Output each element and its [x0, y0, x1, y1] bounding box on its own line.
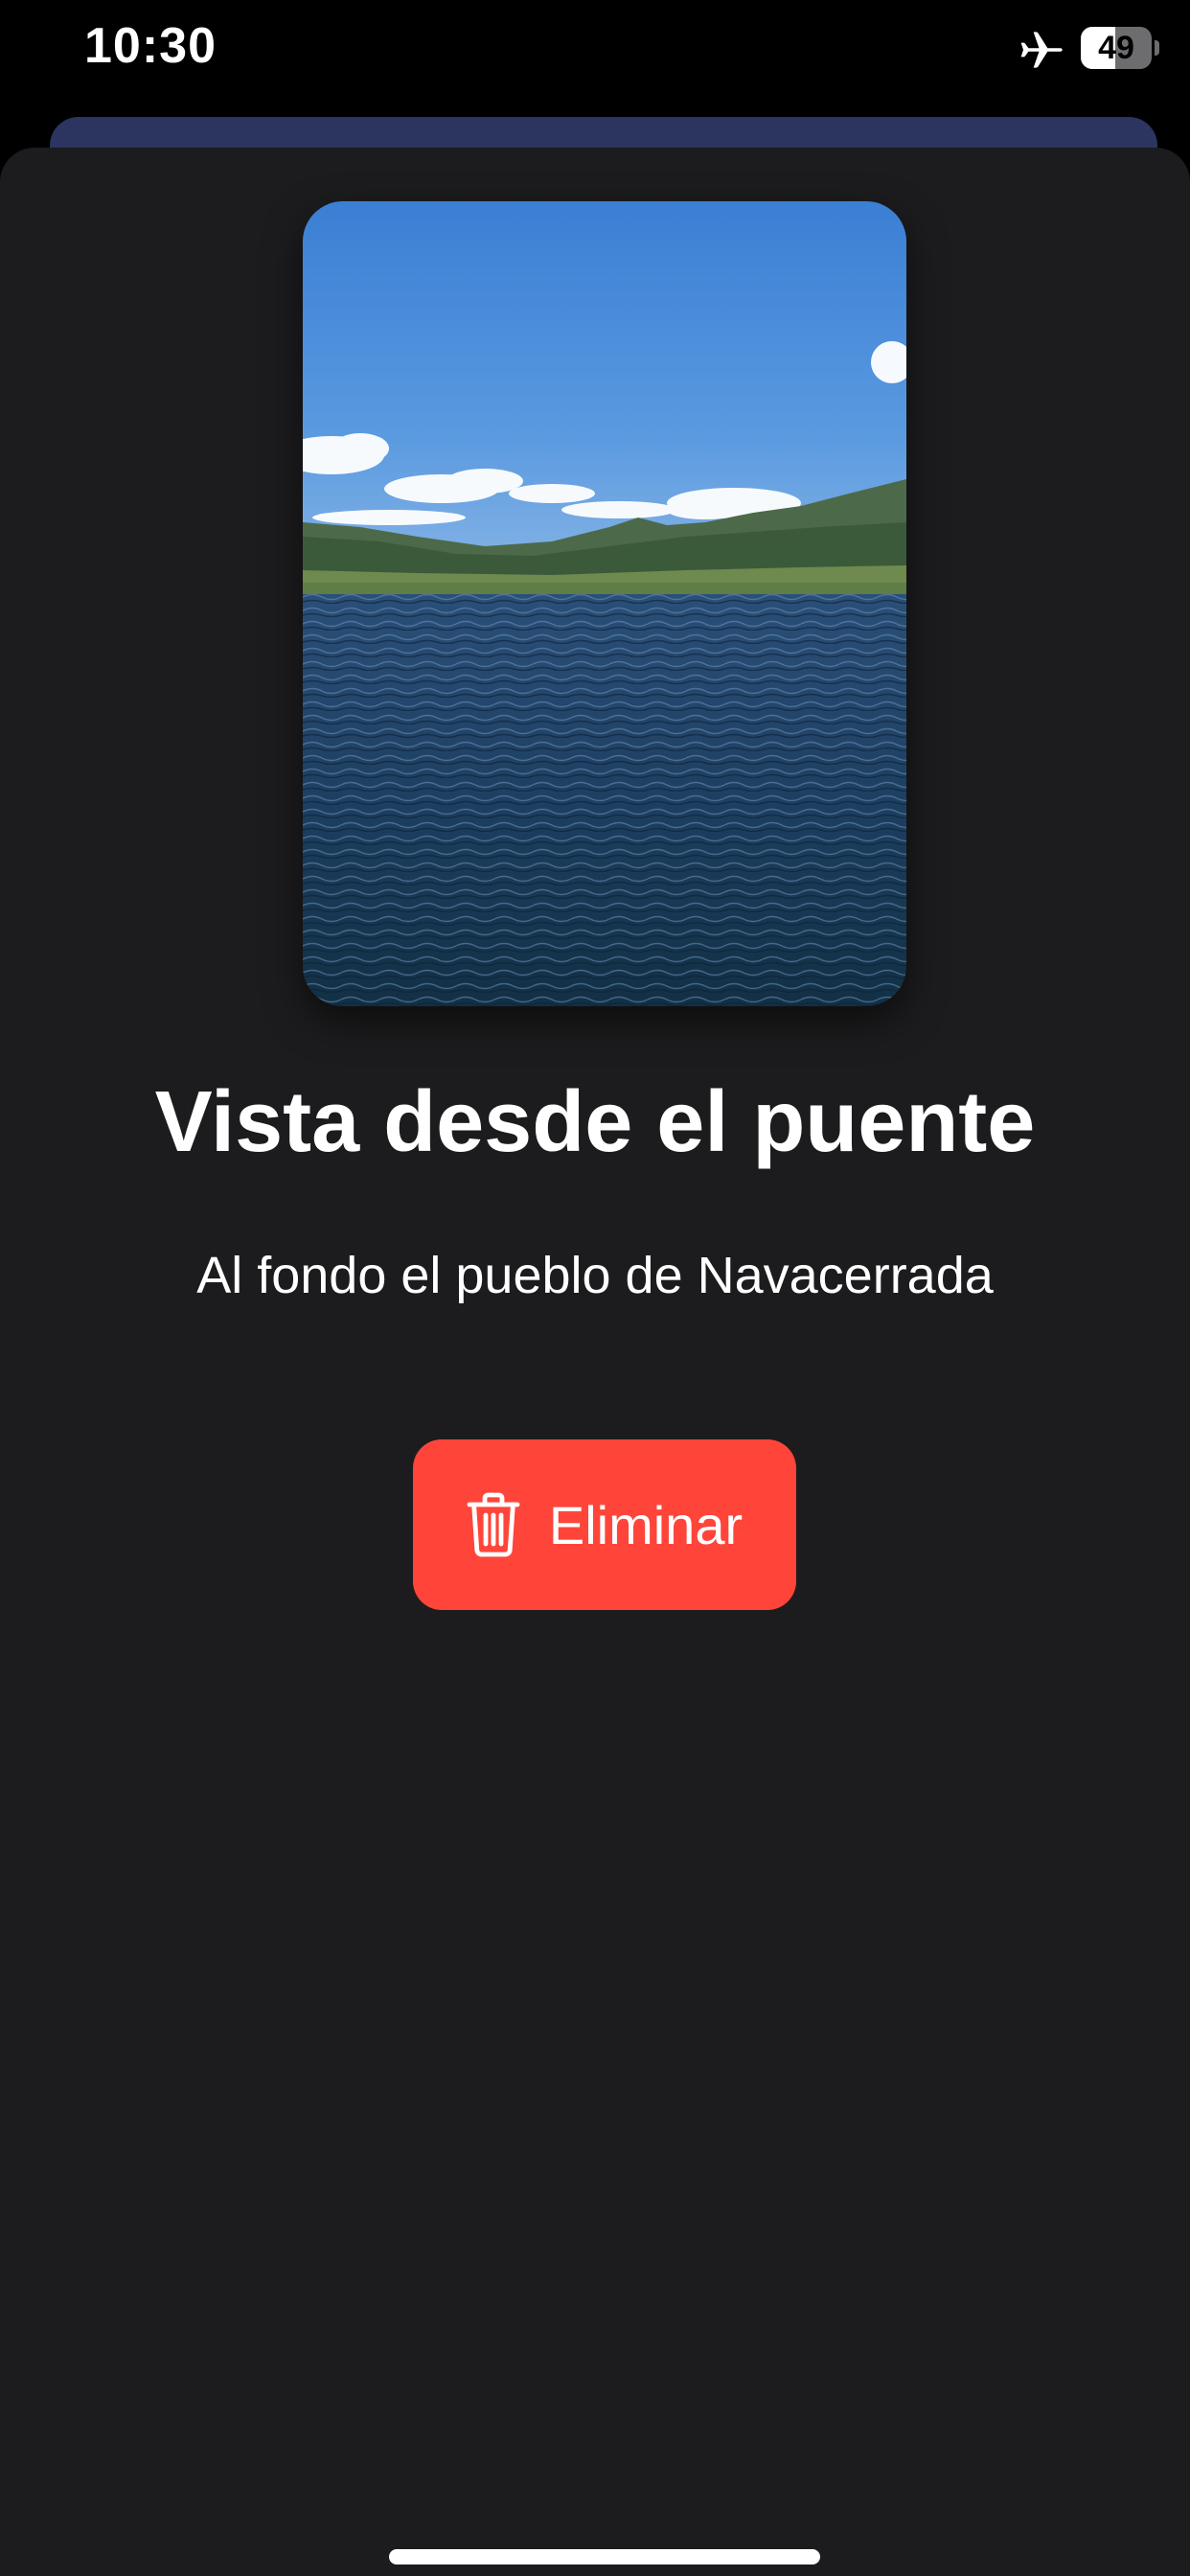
- photo-title: Vista desde el puente: [154, 1074, 1036, 1170]
- landscape-photo: [303, 201, 906, 1006]
- battery-indicator: 49: [1081, 27, 1159, 69]
- home-indicator[interactable]: [389, 2549, 820, 2564]
- battery-body: 49: [1081, 27, 1152, 69]
- trash-icon: [467, 1492, 520, 1557]
- photo-image: [303, 201, 906, 1006]
- screen: 10:30 49 Vista desde el puente Al fondo …: [0, 0, 1190, 2576]
- status-bar: 10:30 49: [0, 0, 1190, 105]
- battery-nub: [1155, 40, 1159, 56]
- status-time: 10:30: [84, 18, 217, 74]
- photo-subtitle: Al fondo el pueblo de Navacerrada: [196, 1247, 994, 1304]
- delete-button-label: Eliminar: [548, 1494, 744, 1555]
- delete-button[interactable]: Eliminar: [413, 1439, 796, 1610]
- battery-level-text: 49: [1098, 30, 1134, 66]
- airplane-icon: [1020, 32, 1063, 68]
